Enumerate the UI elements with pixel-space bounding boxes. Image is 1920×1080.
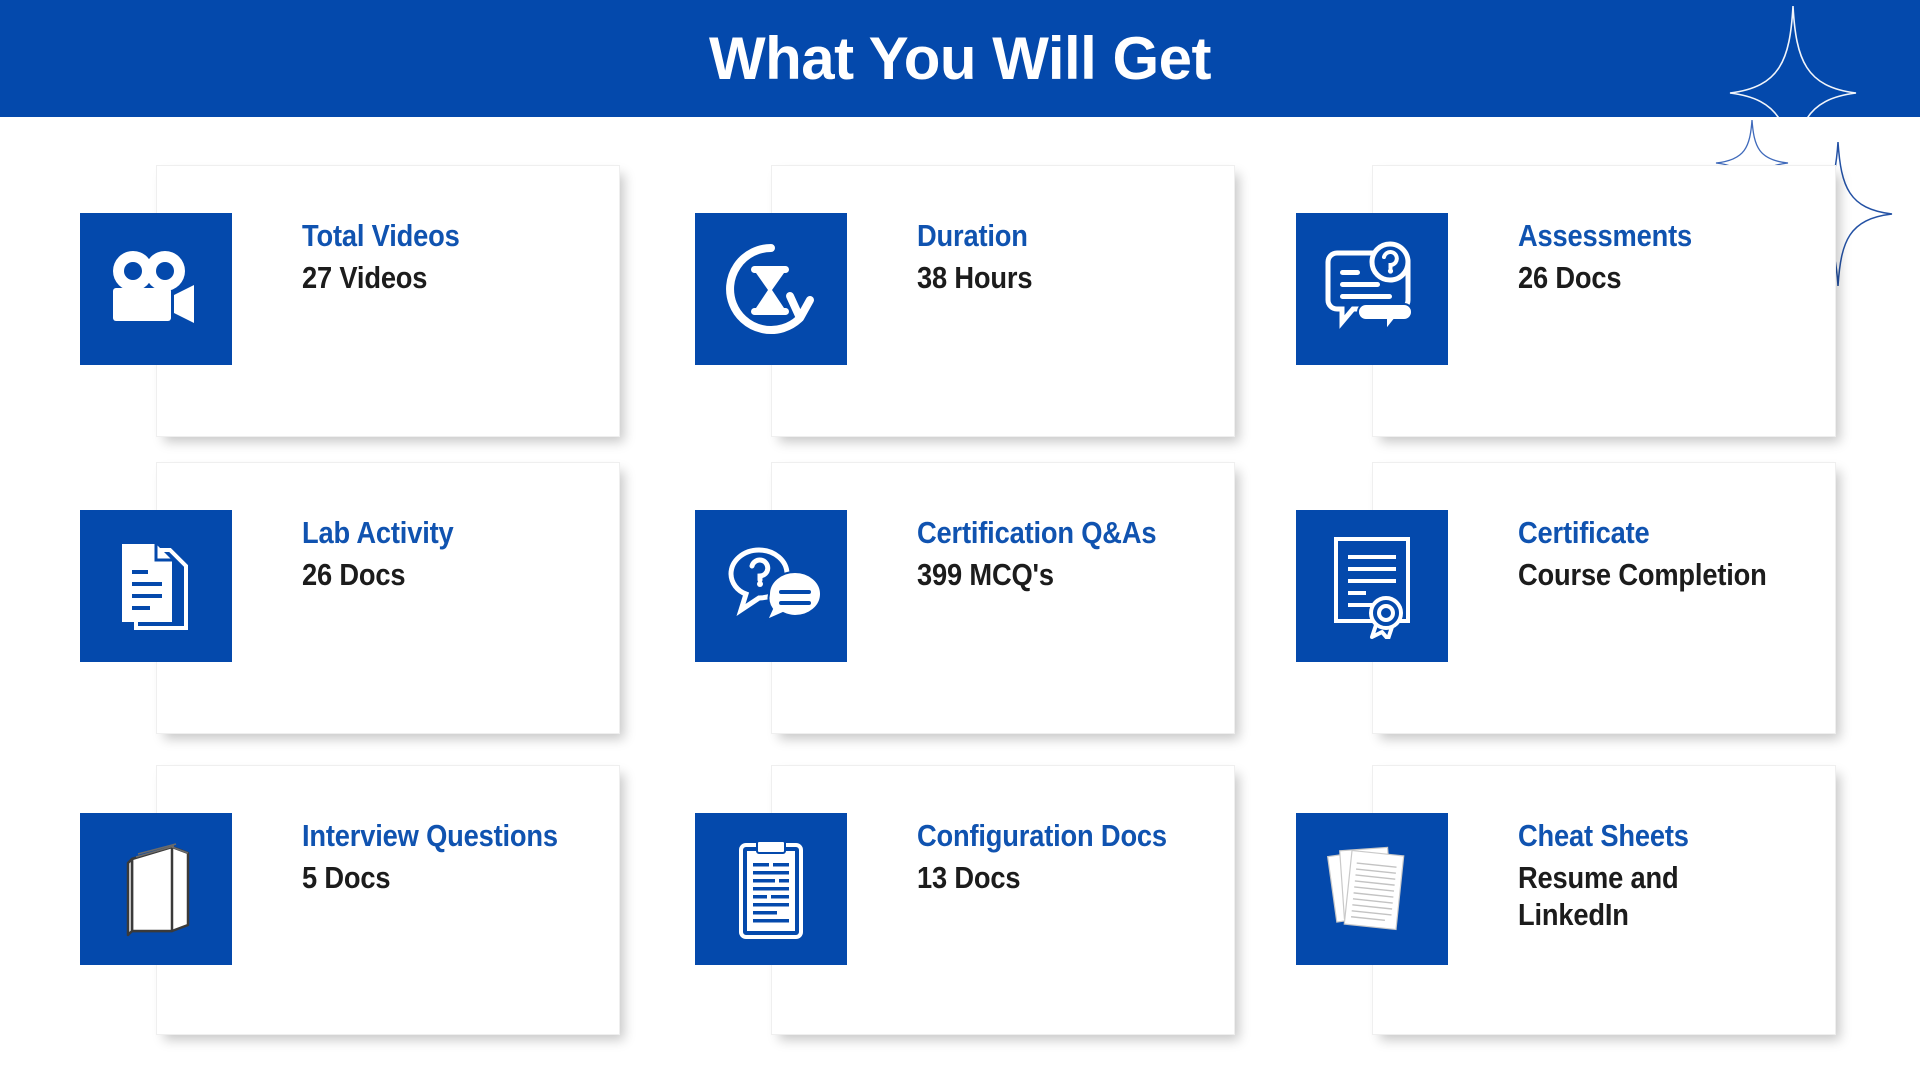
slide-root: What You Will Get Total Videos 27 Videos… [0,0,1920,1080]
card-title: Duration [917,218,1028,253]
card-cell[interactable]: Configuration Docs 13 Docs [695,765,1235,1037]
card-value: Resume and LinkedIn [1518,859,1679,932]
card-text-block: Interview Questions 5 Docs [302,818,622,896]
assessment-speech-question-icon [1296,213,1448,365]
cards-grid: Total Videos 27 Videos Duration 38 Hours… [0,117,1920,1080]
card-value: 5 Docs [302,859,391,895]
card-title: Cheat Sheets [1518,818,1689,853]
card-text-block: Cheat Sheets Resume and LinkedIn [1518,818,1838,933]
card-title: Assessments [1518,218,1692,253]
video-camera-icon [80,213,232,365]
card-value: 27 Videos [302,259,428,295]
question-chat-bubbles-icon [695,510,847,662]
card-text-block: Configuration Docs 13 Docs [917,818,1237,896]
card-title: Lab Activity [302,515,454,550]
card-title: Configuration Docs [917,818,1167,853]
card-value: Course Completion [1518,556,1767,592]
card-value: 26 Docs [1518,259,1622,295]
card-text-block: Certificate Course Completion [1518,515,1838,593]
card-text-block: Lab Activity 26 Docs [302,515,622,593]
card-text-block: Certification Q&As 399 MCQ's [917,515,1237,593]
documents-stack-icon [80,510,232,662]
card-cell[interactable]: Certification Q&As 399 MCQ's [695,462,1235,734]
card-text-block: Assessments 26 Docs [1518,218,1838,296]
card-value: 399 MCQ's [917,556,1054,592]
header-band: What You Will Get [0,0,1920,117]
card-cell[interactable]: Lab Activity 26 Docs [80,462,620,734]
card-cell[interactable]: Assessments 26 Docs [1296,165,1836,437]
card-cell[interactable]: Interview Questions 5 Docs [80,765,620,1037]
card-cell[interactable]: Certificate Course Completion [1296,462,1836,734]
card-value: 13 Docs [917,859,1021,895]
book-icon [80,813,232,965]
card-text-block: Duration 38 Hours [917,218,1237,296]
card-cell[interactable]: Total Videos 27 Videos [80,165,620,437]
certificate-ribbon-icon [1296,510,1448,662]
card-title: Certificate [1518,515,1650,550]
page-title: What You Will Get [708,24,1212,92]
card-title: Certification Q&As [917,515,1157,550]
card-value: 38 Hours [917,259,1033,295]
card-text-block: Total Videos 27 Videos [302,218,622,296]
hourglass-refresh-icon [695,213,847,365]
card-title: Interview Questions [302,818,558,853]
card-value: 26 Docs [302,556,406,592]
card-cell[interactable]: Cheat Sheets Resume and LinkedIn [1296,765,1836,1037]
paper-sheets-icon [1296,813,1448,965]
card-cell[interactable]: Duration 38 Hours [695,165,1235,437]
clipboard-icon [695,813,847,965]
card-title: Total Videos [302,218,460,253]
